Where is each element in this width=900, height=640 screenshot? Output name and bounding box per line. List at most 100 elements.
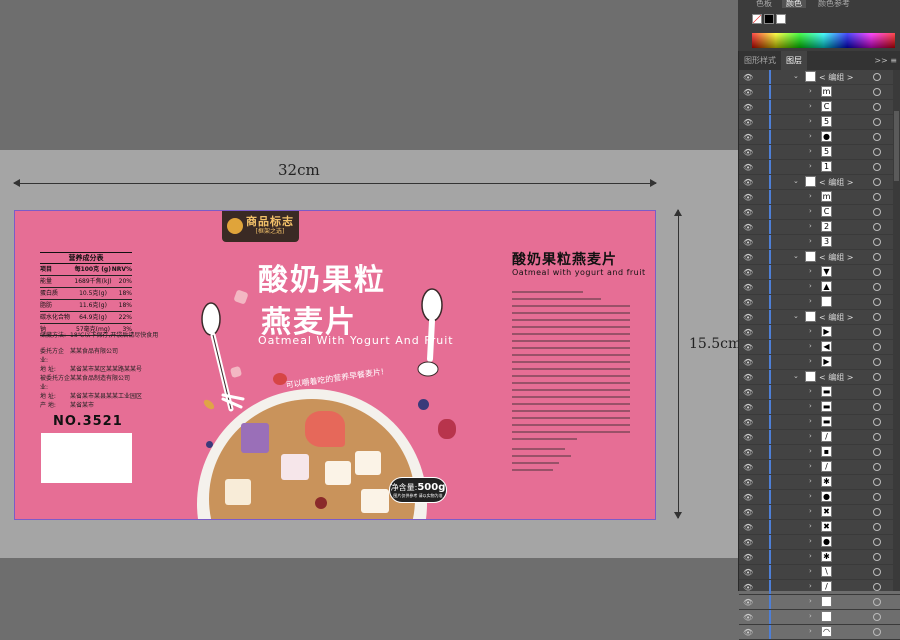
expand-arrow-icon[interactable]: ›: [809, 612, 812, 620]
expand-arrow-icon[interactable]: ›: [809, 462, 812, 470]
visibility-eye-icon[interactable]: 👁: [743, 343, 753, 352]
visibility-eye-icon[interactable]: 👁: [743, 628, 753, 637]
expand-arrow-icon[interactable]: ›: [809, 342, 812, 350]
visibility-eye-icon[interactable]: 👁: [743, 238, 753, 247]
visibility-eye-icon[interactable]: 👁: [743, 598, 753, 607]
slogan[interactable]: 可以嚼着吃的营养早餐麦片!: [285, 366, 385, 391]
visibility-eye-icon[interactable]: 👁: [743, 553, 753, 562]
layer-target-icon[interactable]: [873, 178, 881, 186]
visibility-eye-icon[interactable]: 👁: [743, 88, 753, 97]
layer-target-icon[interactable]: [873, 568, 881, 576]
visibility-eye-icon[interactable]: 👁: [743, 313, 753, 322]
layer-target-icon[interactable]: [873, 223, 881, 231]
layer-row[interactable]: 👁 › ▪: [739, 445, 900, 460]
expand-arrow-icon[interactable]: ›: [809, 207, 812, 215]
expand-arrow-icon[interactable]: ›: [809, 267, 812, 275]
nutrition-table[interactable]: 营养成分表 项目 每100克 (g) NRV% 能量 1689千焦(kJ) 20…: [40, 252, 132, 336]
layer-target-icon[interactable]: [873, 553, 881, 561]
visibility-eye-icon[interactable]: 👁: [743, 358, 753, 367]
layer-row[interactable]: 👁 › ✱: [739, 550, 900, 565]
visibility-eye-icon[interactable]: 👁: [743, 373, 753, 382]
expand-arrow-icon[interactable]: ›: [809, 222, 812, 230]
tab-swatches[interactable]: 色板: [752, 0, 776, 8]
layer-row[interactable]: 👁 ›: [739, 610, 900, 625]
layer-target-icon[interactable]: [873, 133, 881, 141]
visibility-eye-icon[interactable]: 👁: [743, 178, 753, 187]
layer-group-row[interactable]: 👁 ⌄ < 编组 >: [739, 370, 900, 385]
expand-arrow-icon[interactable]: ›: [809, 282, 812, 290]
expand-arrow-icon[interactable]: ›: [809, 147, 812, 155]
layer-row[interactable]: 👁 › ●: [739, 490, 900, 505]
layer-group-row[interactable]: 👁 ⌄ < 编组 >: [739, 70, 900, 85]
layer-target-icon[interactable]: [873, 538, 881, 546]
expand-arrow-icon[interactable]: ›: [809, 447, 812, 455]
layer-target-icon[interactable]: [873, 283, 881, 291]
visibility-eye-icon[interactable]: 👁: [743, 283, 753, 292]
layer-row[interactable]: 👁 › ▬: [739, 400, 900, 415]
layer-target-icon[interactable]: [873, 73, 881, 81]
visibility-eye-icon[interactable]: 👁: [743, 388, 753, 397]
layer-target-icon[interactable]: [873, 373, 881, 381]
layer-target-icon[interactable]: [873, 238, 881, 246]
visibility-eye-icon[interactable]: 👁: [743, 208, 753, 217]
expand-arrow-icon[interactable]: ›: [809, 132, 812, 140]
visibility-eye-icon[interactable]: 👁: [743, 568, 753, 577]
layer-row[interactable]: 👁 › ✱: [739, 475, 900, 490]
layer-list[interactable]: 👁 ⌄ < 编组 > 👁 › m 👁 › C 👁 › 5 👁 › ● 👁 › 5 👁 › 1 👁 ⌄ < 编组 > 👁 › m 👁 › C…: [739, 70, 900, 640]
expand-arrow-icon[interactable]: ›: [809, 387, 812, 395]
layer-row[interactable]: 👁 › 3: [739, 235, 900, 250]
expand-arrow-icon[interactable]: ›: [809, 327, 812, 335]
layer-row[interactable]: 👁 › 1: [739, 160, 900, 175]
package-design[interactable]: 商品标志 [框架之选] 营养成分表 项目 每100克 (g) NRV% 能量 1…: [14, 210, 656, 520]
layer-row[interactable]: 👁 › ◠: [739, 625, 900, 640]
visibility-eye-icon[interactable]: 👁: [743, 73, 753, 82]
black-swatch-icon[interactable]: [764, 14, 774, 24]
collapse-arrow-icon[interactable]: ⌄: [793, 177, 799, 185]
expand-arrow-icon[interactable]: ›: [809, 627, 812, 635]
visibility-eye-icon[interactable]: 👁: [743, 298, 753, 307]
net-weight-badge[interactable]: 净含量:500g 图片仅供参考 请以实物为准: [389, 477, 447, 503]
none-swatch-icon[interactable]: [752, 14, 762, 24]
layer-row[interactable]: 👁 › 5: [739, 145, 900, 160]
visibility-eye-icon[interactable]: 👁: [743, 448, 753, 457]
layers-scrollbar-thumb[interactable]: [894, 111, 899, 181]
side-body-text[interactable]: [512, 291, 630, 476]
layer-target-icon[interactable]: [873, 163, 881, 171]
barcode-area[interactable]: [41, 433, 132, 483]
main-subtitle-en[interactable]: Oatmeal With Yogurt And Fruit: [258, 334, 454, 347]
layer-target-icon[interactable]: [873, 208, 881, 216]
layer-row[interactable]: 👁 › ▼: [739, 265, 900, 280]
visibility-eye-icon[interactable]: 👁: [743, 163, 753, 172]
layer-row[interactable]: 👁 › \: [739, 565, 900, 580]
visibility-eye-icon[interactable]: 👁: [743, 253, 753, 262]
layer-row[interactable]: 👁 › m: [739, 190, 900, 205]
layer-target-icon[interactable]: [873, 508, 881, 516]
expand-arrow-icon[interactable]: ›: [809, 582, 812, 590]
spoon-left-icon[interactable]: [193, 299, 253, 419]
layer-target-icon[interactable]: [873, 403, 881, 411]
visibility-eye-icon[interactable]: 👁: [743, 508, 753, 517]
visibility-eye-icon[interactable]: 👁: [743, 418, 753, 427]
layer-target-icon[interactable]: [873, 448, 881, 456]
layer-target-icon[interactable]: [873, 313, 881, 321]
tab-graphic-styles[interactable]: 图形样式: [739, 51, 781, 70]
expand-arrow-icon[interactable]: ›: [809, 522, 812, 530]
visibility-eye-icon[interactable]: 👁: [743, 268, 753, 277]
expand-arrow-icon[interactable]: ›: [809, 432, 812, 440]
fill-stroke-swatches[interactable]: [752, 14, 786, 24]
tab-color-guide[interactable]: 颜色参考: [814, 0, 854, 8]
expand-arrow-icon[interactable]: ›: [809, 117, 812, 125]
layer-row[interactable]: 👁 › ◀: [739, 340, 900, 355]
layer-target-icon[interactable]: [873, 493, 881, 501]
expand-arrow-icon[interactable]: ›: [809, 417, 812, 425]
layer-target-icon[interactable]: [873, 598, 881, 606]
layer-target-icon[interactable]: [873, 268, 881, 276]
layer-row[interactable]: 👁 › /: [739, 460, 900, 475]
layer-group-row[interactable]: 👁 ⌄ < 编组 >: [739, 310, 900, 325]
expand-arrow-icon[interactable]: ›: [809, 552, 812, 560]
panel-menu-icon[interactable]: >> ≡: [870, 51, 900, 70]
expand-arrow-icon[interactable]: ›: [809, 102, 812, 110]
layer-target-icon[interactable]: [873, 358, 881, 366]
side-subtitle-en[interactable]: Oatmeal with yogurt and fruit: [512, 268, 646, 277]
product-number[interactable]: NO.3521: [53, 414, 123, 429]
